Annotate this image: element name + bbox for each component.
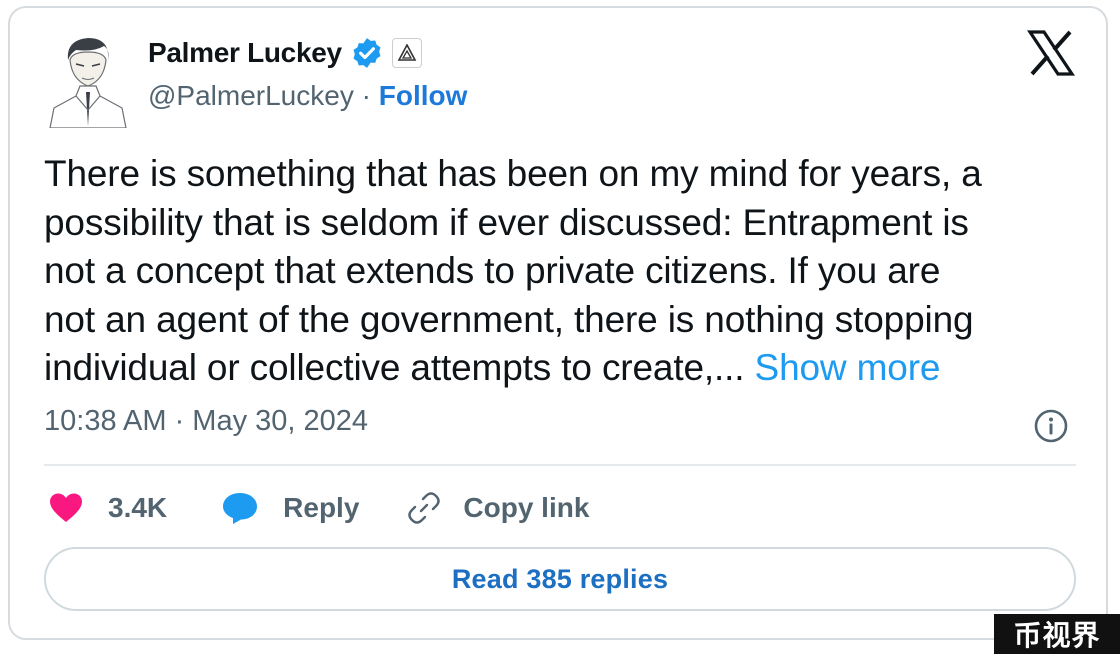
- copy-link-button[interactable]: Copy link: [407, 491, 589, 525]
- tweet-line: not an agent of the government, there is…: [44, 298, 974, 340]
- watermark-label: 币视界: [994, 614, 1120, 654]
- author-name-row: Palmer Luckey: [148, 36, 422, 70]
- divider: [44, 464, 1076, 466]
- read-replies-button[interactable]: Read 385 replies: [44, 547, 1076, 611]
- author-handle[interactable]: @PalmerLuckey: [148, 80, 354, 111]
- reply-button[interactable]: Reply: [221, 491, 359, 525]
- avatar[interactable]: [46, 30, 128, 128]
- tweet-line: individual or collective attempts to cre…: [44, 347, 745, 388]
- author-name[interactable]: Palmer Luckey: [148, 37, 342, 69]
- tweet-text: There is something that has been on my m…: [44, 150, 1084, 393]
- tweet-line: not a concept that extends to private ci…: [44, 250, 941, 291]
- separator-dot: ·: [353, 80, 379, 111]
- tweet-line-last: individual or collective attempts to cre…: [44, 344, 1084, 393]
- info-icon[interactable]: [1033, 408, 1069, 444]
- speech-bubble-icon: [223, 493, 258, 524]
- heart-icon: [50, 493, 82, 522]
- affiliate-logo-icon[interactable]: [391, 38, 422, 68]
- tweet-line: possibility that is seldom if ever discu…: [44, 201, 969, 243]
- verified-badge-icon: [353, 38, 381, 68]
- copy-link-label: Copy link: [463, 492, 590, 523]
- author-handle-row: @PalmerLuckey · Follow: [148, 80, 467, 112]
- link-icon: [408, 492, 441, 524]
- reply-label: Reply: [283, 492, 360, 523]
- x-logo-icon[interactable]: [1027, 30, 1075, 76]
- tweet-line: There is something that has been on my m…: [44, 153, 982, 194]
- show-more-link[interactable]: Show more: [755, 347, 941, 388]
- like-button[interactable]: 3.4K: [48, 492, 167, 524]
- like-count: 3.4K: [108, 492, 168, 523]
- follow-button[interactable]: Follow: [379, 80, 468, 111]
- action-bar: 3.4K Reply Copy link: [48, 486, 589, 530]
- tweet-timestamp[interactable]: 10:38 AM · May 30, 2024: [44, 405, 368, 438]
